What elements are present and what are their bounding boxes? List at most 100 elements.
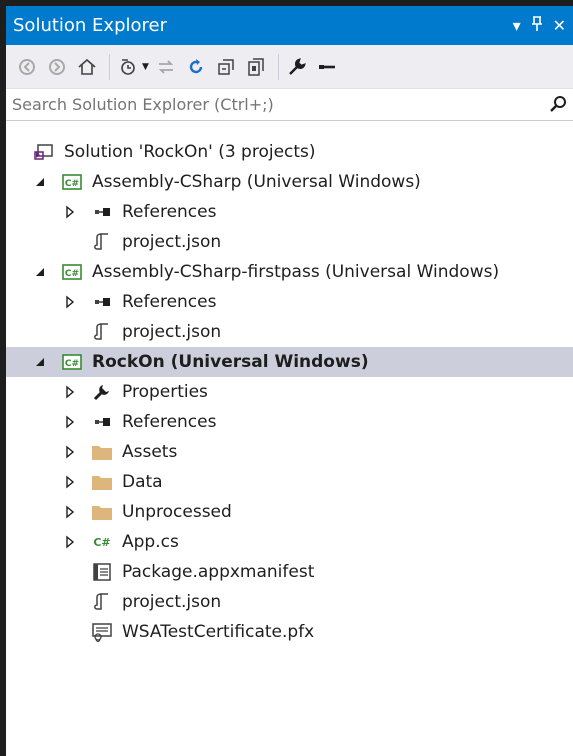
- toolbar-separator: [109, 53, 110, 80]
- tree-item-label: References: [122, 412, 217, 432]
- tree-item[interactable]: project.json: [6, 227, 573, 257]
- tree-item-label: RockOn (Universal Windows): [92, 352, 369, 372]
- tree-item-label: Assembly-CSharp (Universal Windows): [92, 172, 421, 192]
- tree-item[interactable]: References: [6, 287, 573, 317]
- tree-item-label: project.json: [122, 322, 222, 342]
- folder-icon: [91, 471, 113, 493]
- tree-item-label: References: [122, 202, 217, 222]
- tree-item[interactable]: project.json: [6, 587, 573, 617]
- references-icon: [91, 201, 113, 223]
- csharp-project-icon: C#: [61, 171, 83, 193]
- expand-toggle[interactable]: [61, 415, 79, 429]
- show-all-files-button[interactable]: [243, 54, 269, 80]
- tree-item-label: Assets: [122, 442, 178, 462]
- wrench-icon: [289, 57, 306, 75]
- tree-item-label: Package.appxmanifest: [122, 562, 315, 582]
- title-bar: Solution Explorer ▾ ✕: [6, 6, 573, 45]
- tree-item-label: Data: [122, 472, 163, 492]
- expanded-arrow-icon: [36, 178, 44, 186]
- collapsed-arrow-icon: [66, 445, 75, 459]
- tree-item[interactable]: WSATestCertificate.pfx: [6, 617, 573, 647]
- tree-item[interactable]: Package.appxmanifest: [6, 557, 573, 587]
- expanded-arrow-icon: [36, 268, 44, 276]
- expand-toggle[interactable]: [61, 385, 79, 399]
- sync-active-document-button[interactable]: [153, 54, 179, 80]
- forward-icon: [49, 58, 65, 75]
- tree-item[interactable]: Data: [6, 467, 573, 497]
- home-button[interactable]: [74, 54, 100, 80]
- tree-item[interactable]: C# RockOn (Universal Windows): [6, 347, 573, 377]
- solution-explorer-window: Solution Explorer ▾ ✕ ▼ Search Solution …: [6, 6, 573, 756]
- tree-item[interactable]: project.json: [6, 317, 573, 347]
- back-button[interactable]: [14, 54, 40, 80]
- collapse-toggle[interactable]: [31, 266, 49, 278]
- collapse-toggle[interactable]: [31, 356, 49, 368]
- collapsed-arrow-icon: [66, 295, 75, 309]
- collapsed-arrow-icon: [66, 505, 75, 519]
- collapse-toggle[interactable]: [31, 176, 49, 188]
- certificate-icon: [91, 621, 113, 643]
- chevron-down-icon[interactable]: ▼: [142, 62, 149, 72]
- tree-item[interactable]: C# Assembly-CSharp (Universal Windows): [6, 167, 573, 197]
- properties-button[interactable]: [284, 54, 310, 80]
- expand-toggle[interactable]: [61, 535, 79, 549]
- tree-item[interactable]: C# App.cs: [6, 527, 573, 557]
- tree-item[interactable]: Solution 'RockOn' (3 projects): [6, 137, 573, 167]
- manifest-icon: [91, 561, 113, 583]
- window-menu-dropdown-icon[interactable]: ▾: [508, 16, 526, 35]
- tree-item-label: References: [122, 292, 217, 312]
- pin-icon[interactable]: [526, 15, 548, 36]
- tree-item[interactable]: References: [6, 407, 573, 437]
- tree-item-label: Unprocessed: [122, 502, 232, 522]
- csharp-project-icon: C#: [61, 261, 83, 283]
- refresh-button[interactable]: [183, 54, 209, 80]
- tree-item-label: Solution 'RockOn' (3 projects): [64, 142, 316, 162]
- expand-toggle[interactable]: [61, 205, 79, 219]
- pending-changes-filter-button[interactable]: [115, 54, 141, 80]
- references-icon: [91, 291, 113, 313]
- tree-item-label: project.json: [122, 592, 222, 612]
- clock-icon: [121, 58, 135, 75]
- collapse-all-button[interactable]: [213, 54, 239, 80]
- toolbar-separator: [277, 53, 279, 80]
- title-controls: ▾ ✕: [508, 6, 571, 45]
- expand-toggle[interactable]: [61, 505, 79, 519]
- tree-item[interactable]: Assets: [6, 437, 573, 467]
- collapsed-arrow-icon: [66, 475, 75, 489]
- json-file-icon: [91, 321, 113, 343]
- search-input[interactable]: [6, 94, 514, 115]
- home-icon: [78, 58, 96, 75]
- tree-item[interactable]: References: [6, 197, 573, 227]
- sync-icon: [158, 59, 174, 74]
- folder-icon: [91, 501, 113, 523]
- wrench-icon: [91, 381, 113, 403]
- tree-item[interactable]: C# Assembly-CSharp-firstpass (Universal W…: [6, 257, 573, 287]
- expanded-arrow-icon: [36, 358, 44, 366]
- search-bar: [6, 89, 573, 121]
- json-file-icon: [91, 591, 113, 613]
- close-icon[interactable]: ✕: [548, 16, 571, 35]
- tree-item[interactable]: Properties: [6, 377, 573, 407]
- tree-item-label: WSATestCertificate.pfx: [122, 622, 315, 642]
- svg-text:C#: C#: [65, 359, 79, 369]
- collapsed-arrow-icon: [66, 385, 75, 399]
- expand-toggle[interactable]: [61, 475, 79, 489]
- csharp-file-icon: C#: [91, 531, 113, 553]
- back-icon: [19, 58, 35, 75]
- collapsed-arrow-icon: [66, 535, 75, 549]
- expand-toggle[interactable]: [61, 295, 79, 309]
- tree-item-label: project.json: [122, 232, 222, 252]
- tree-item[interactable]: Unprocessed: [6, 497, 573, 527]
- search-icon[interactable]: [549, 95, 567, 117]
- folder-icon: [91, 441, 113, 463]
- svg-text:C#: C#: [93, 536, 110, 549]
- preview-selected-items-button[interactable]: [314, 54, 340, 80]
- references-icon: [91, 411, 113, 433]
- show-all-files-icon: [248, 57, 264, 76]
- tree-item-label: Properties: [122, 382, 208, 402]
- svg-text:C#: C#: [65, 269, 79, 279]
- expand-toggle[interactable]: [61, 445, 79, 459]
- tree-item-label: App.cs: [122, 532, 179, 552]
- forward-button[interactable]: [44, 54, 70, 80]
- csharp-project-icon: C#: [61, 351, 83, 373]
